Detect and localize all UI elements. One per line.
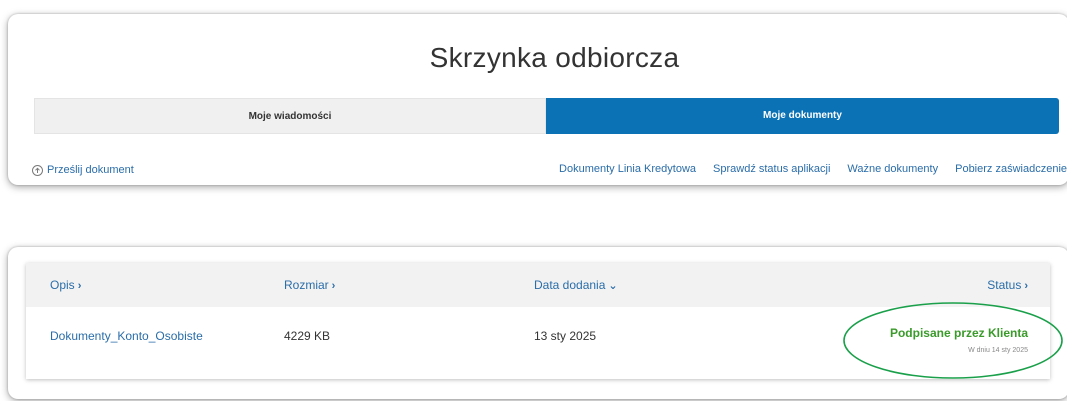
link-download-certificate[interactable]: Pobierz zaświadczenie xyxy=(955,163,1067,175)
document-size: 4229 KB xyxy=(284,329,331,343)
chevron-down-icon: ⌄ xyxy=(608,280,618,292)
document-date-added: 13 sty 2025 xyxy=(534,329,597,343)
tab-my-messages[interactable]: Moje wiadomości xyxy=(34,98,546,134)
document-links: Dokumenty Linia Kredytowa Sprawdź status… xyxy=(559,163,1067,175)
column-header-size[interactable]: Rozmiar › xyxy=(284,278,335,292)
status-text: Podpisane przez Klienta xyxy=(889,326,1028,340)
column-header-description[interactable]: Opis › xyxy=(50,278,81,292)
tab-bar: Moje wiadomości Moje dokumenty xyxy=(34,98,1059,134)
page-title: Skrzynka odbiorcza xyxy=(429,42,680,73)
inbox-header-card: Skrzynka odbiorcza Moje wiadomości Moje … xyxy=(8,14,1067,185)
link-credit-line-documents[interactable]: Dokumenty Linia Kredytowa xyxy=(559,163,696,175)
tab-my-documents[interactable]: Moje dokumenty xyxy=(546,98,1059,134)
upload-document-link[interactable]: Prześlij dokument xyxy=(32,164,134,176)
table-header: Opis › Rozmiar › Data dodania ⌄ Status › xyxy=(26,263,1050,307)
chevron-right-icon: › xyxy=(331,280,336,292)
link-check-application-status[interactable]: Sprawdź status aplikacji xyxy=(713,163,830,175)
column-header-status[interactable]: Status › xyxy=(987,278,1028,292)
chevron-right-icon: › xyxy=(1024,280,1028,292)
status-date: W dniu 14 sty 2025 xyxy=(968,347,1028,354)
upload-document-label: Prześlij dokument xyxy=(47,164,134,176)
documents-table: Opis › Rozmiar › Data dodania ⌄ Status › Dok… xyxy=(26,263,1050,379)
column-header-date-added[interactable]: Data dodania ⌄ xyxy=(534,278,618,292)
upload-circle-icon xyxy=(32,164,43,176)
link-important-documents[interactable]: Ważne dokumenty xyxy=(847,163,938,175)
table-row[interactable]: Dokumenty_Konto_Osobiste 4229 KB 13 sty … xyxy=(26,307,1050,379)
chevron-right-icon: › xyxy=(77,280,82,292)
document-name-link[interactable]: Dokumenty_Konto_Osobiste xyxy=(50,329,203,343)
documents-table-card: Opis › Rozmiar › Data dodania ⌄ Status › Dok… xyxy=(8,247,1067,399)
document-status: Podpisane przez Klienta W dniu 14 sty 20… xyxy=(890,326,1028,354)
